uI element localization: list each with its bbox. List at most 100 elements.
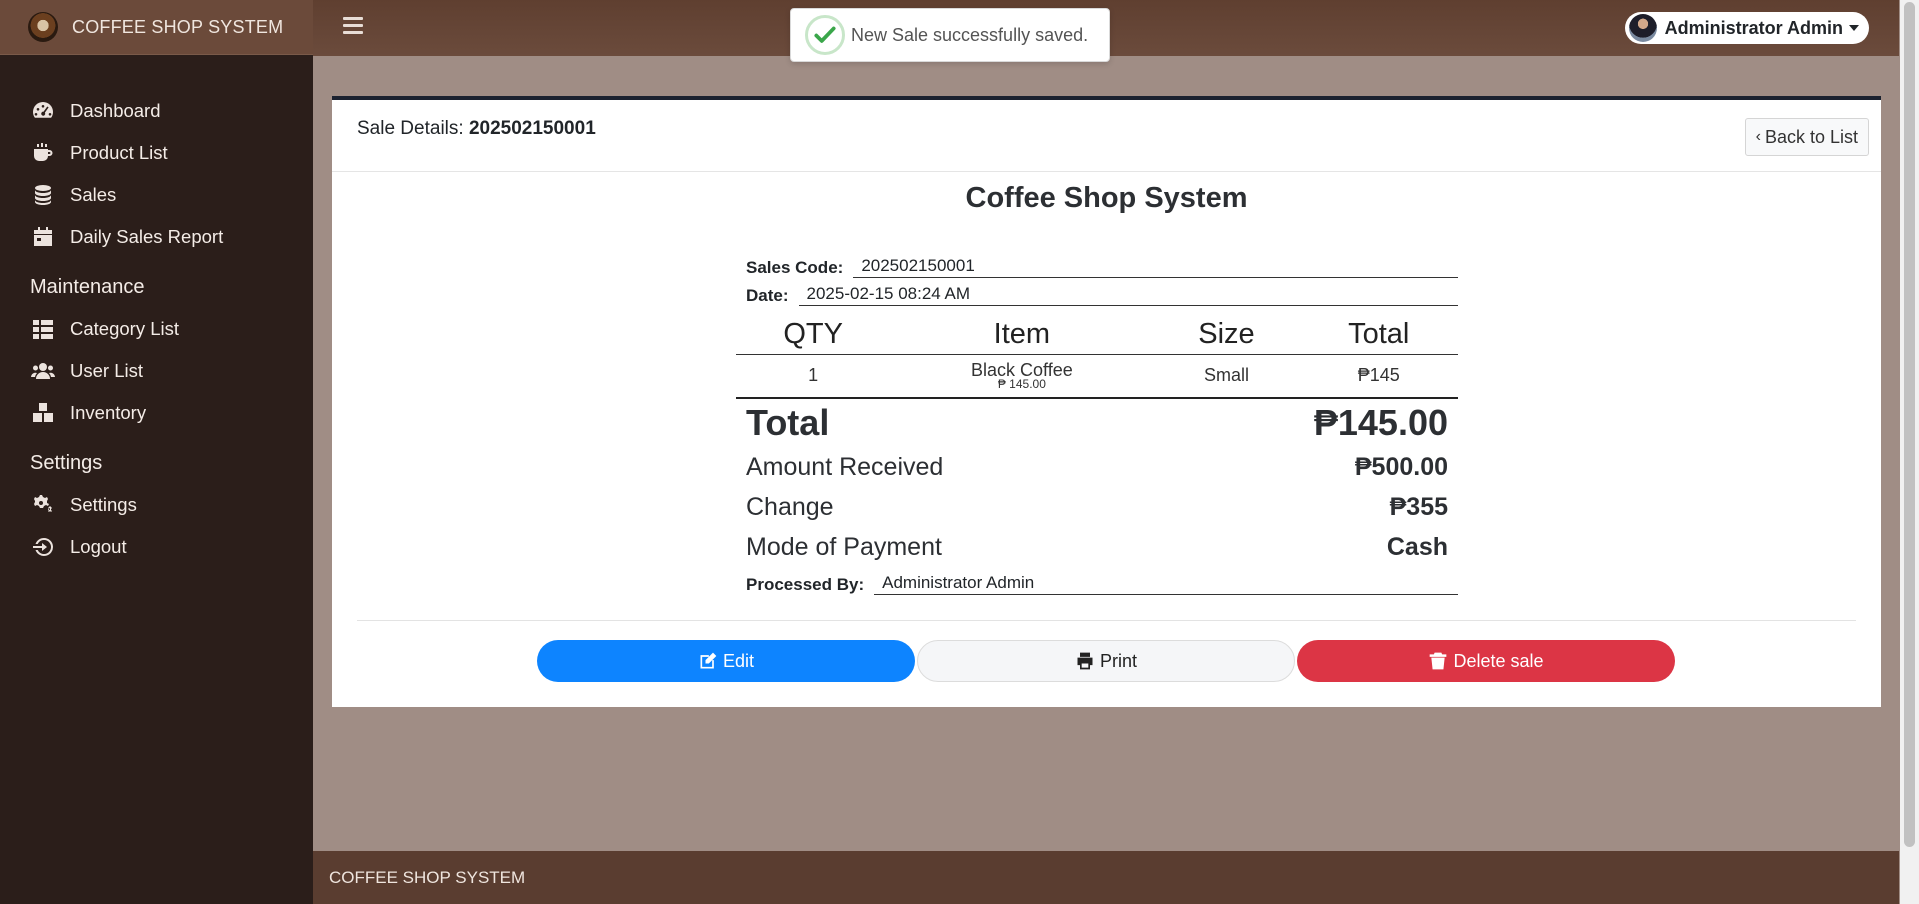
action-buttons: Edit Print Delete sale <box>537 640 1677 682</box>
items-table: QTY Item Size Total 1 Black Coffee ₱ 145… <box>736 316 1458 399</box>
sidebar-item-label: Category List <box>70 318 179 339</box>
sidebar-item-label: User List <box>70 360 143 381</box>
sale-details-card: Sale Details: 202502150001 ‹ Back to Lis… <box>332 96 1881 707</box>
sidebar-item-category-list[interactable]: Category List <box>0 308 313 350</box>
change-row: Change ₱355 <box>736 487 1458 527</box>
amount-received-value: ₱500.00 <box>1354 452 1448 481</box>
chevron-down-icon <box>1849 25 1859 31</box>
page-scrollbar[interactable] <box>1900 0 1919 904</box>
receipt-shop-name: Coffee Shop System <box>965 182 1248 214</box>
maintenance-header: Maintenance <box>30 275 145 298</box>
sidebar-item-label: Product List <box>70 142 168 163</box>
page-title-prefix: Sale Details: <box>357 118 469 139</box>
total-label: Total <box>746 402 830 443</box>
print-label: Print <box>1099 650 1137 671</box>
settings-header: Settings <box>30 451 103 474</box>
row-item: Black Coffee ₱ 145.00 <box>890 354 1154 399</box>
processed-by-field: Processed By: Administrator Admin <box>736 567 1458 595</box>
date-value: 2025-02-15 08:24 AM <box>798 284 1458 306</box>
payment-mode-value: Cash <box>1386 532 1448 561</box>
row-item-price: ₱ 145.00 <box>997 376 1046 391</box>
avatar <box>1628 14 1657 42</box>
date-field: Date: 2025-02-15 08:24 AM <box>736 278 1458 306</box>
row-qty: 1 <box>736 354 891 399</box>
back-to-list-label: Back to List <box>1764 126 1858 147</box>
boxes-icon <box>30 400 56 426</box>
payment-mode-row: Mode of Payment Cash <box>736 527 1458 567</box>
sidebar-item-label: Inventory <box>70 402 147 423</box>
card-header: Sale Details: 202502150001 ‹ Back to Lis… <box>332 100 1881 172</box>
coffee-cup-icon <box>30 140 56 166</box>
sidebar: COFFEE SHOP SYSTEM Dashboard Product Lis… <box>0 0 313 904</box>
sidebar-item-label: Sales <box>70 184 117 205</box>
total-row: Total ₱145.00 <box>736 399 1458 447</box>
divider <box>357 620 1856 621</box>
coins-icon <box>30 182 56 208</box>
sales-code-value: 202502150001 <box>853 256 1458 278</box>
user-menu[interactable]: Administrator Admin <box>1624 12 1869 44</box>
sidebar-item-user-list[interactable]: User List <box>0 350 313 392</box>
table-list-icon <box>30 316 56 342</box>
sidebar-item-label: Daily Sales Report <box>70 226 224 247</box>
total-value: ₱145.00 <box>1313 402 1448 443</box>
menu-toggle-icon[interactable] <box>343 17 363 35</box>
column-header-size: Size <box>1153 316 1300 355</box>
change-label: Change <box>746 492 834 521</box>
payment-mode-label: Mode of Payment <box>746 532 942 561</box>
brand-title: COFFEE SHOP SYSTEM <box>72 16 284 37</box>
sidebar-item-dashboard[interactable]: Dashboard <box>0 90 313 132</box>
processed-by-value: Administrator Admin <box>874 573 1458 595</box>
chevron-left-icon: ‹ <box>1755 128 1761 145</box>
sidebar-item-label: Dashboard <box>70 100 161 121</box>
amount-received-label: Amount Received <box>746 452 944 481</box>
footer-text: COFFEE SHOP SYSTEM <box>329 867 526 887</box>
success-toast: New Sale successfully saved. <box>790 8 1110 62</box>
row-item-name: Black Coffee <box>971 359 1073 380</box>
row-total: ₱145 <box>1299 354 1458 399</box>
sidebar-item-inventory[interactable]: Inventory <box>0 392 313 434</box>
scrollbar-thumb[interactable] <box>1904 2 1915 847</box>
dashboard-icon <box>30 98 56 124</box>
user-name: Administrator Admin <box>1664 17 1843 38</box>
page-title: Sale Details: 202502150001 <box>357 118 596 140</box>
calendar-icon <box>30 224 56 250</box>
back-to-list-button[interactable]: ‹ Back to List <box>1744 118 1869 156</box>
sidebar-item-logout[interactable]: Logout <box>0 526 313 568</box>
sales-code-label: Sales Code: <box>746 258 844 277</box>
amount-received-row: Amount Received ₱500.00 <box>736 447 1458 487</box>
sales-code-field: Sales Code: 202502150001 <box>736 250 1458 278</box>
success-check-icon <box>805 15 845 55</box>
edit-button[interactable]: Edit <box>537 640 915 682</box>
sidebar-item-settings[interactable]: Settings <box>0 484 313 526</box>
print-icon <box>1077 652 1093 670</box>
column-header-qty: QTY <box>736 316 891 355</box>
users-icon <box>30 358 56 384</box>
delete-label: Delete sale <box>1453 650 1544 671</box>
sidebar-item-daily-sales-report[interactable]: Daily Sales Report <box>0 216 313 258</box>
processed-by-label: Processed By: <box>746 575 865 594</box>
footer: COFFEE SHOP SYSTEM <box>313 851 1899 904</box>
row-size: Small <box>1153 354 1300 399</box>
sidebar-item-label: Logout <box>70 536 127 557</box>
change-value: ₱355 <box>1389 492 1448 521</box>
sidebar-nav: Dashboard Product List Sales Daily Sales… <box>0 55 313 568</box>
brand[interactable]: COFFEE SHOP SYSTEM <box>0 0 313 55</box>
trash-icon <box>1430 652 1447 670</box>
edit-label: Edit <box>722 650 755 671</box>
delete-sale-button[interactable]: Delete sale <box>1297 640 1675 682</box>
sidebar-item-label: Settings <box>70 494 137 515</box>
toast-message: New Sale successfully saved. <box>851 24 1089 45</box>
receipt: Sales Code: 202502150001 Date: 2025-02-1… <box>736 250 1458 595</box>
logout-icon <box>30 534 56 560</box>
column-header-item: Item <box>890 316 1154 355</box>
gears-icon <box>30 492 56 518</box>
sidebar-item-product-list[interactable]: Product List <box>0 132 313 174</box>
column-header-total: Total <box>1299 316 1458 355</box>
print-button[interactable]: Print <box>917 640 1295 682</box>
table-row: 1 Black Coffee ₱ 145.00 Small ₱145 <box>736 354 1458 399</box>
edit-icon <box>700 652 717 669</box>
sidebar-item-sales[interactable]: Sales <box>0 174 313 216</box>
date-label: Date: <box>746 286 789 305</box>
page-title-code: 202502150001 <box>468 118 596 139</box>
coffee-logo-icon <box>28 12 58 42</box>
